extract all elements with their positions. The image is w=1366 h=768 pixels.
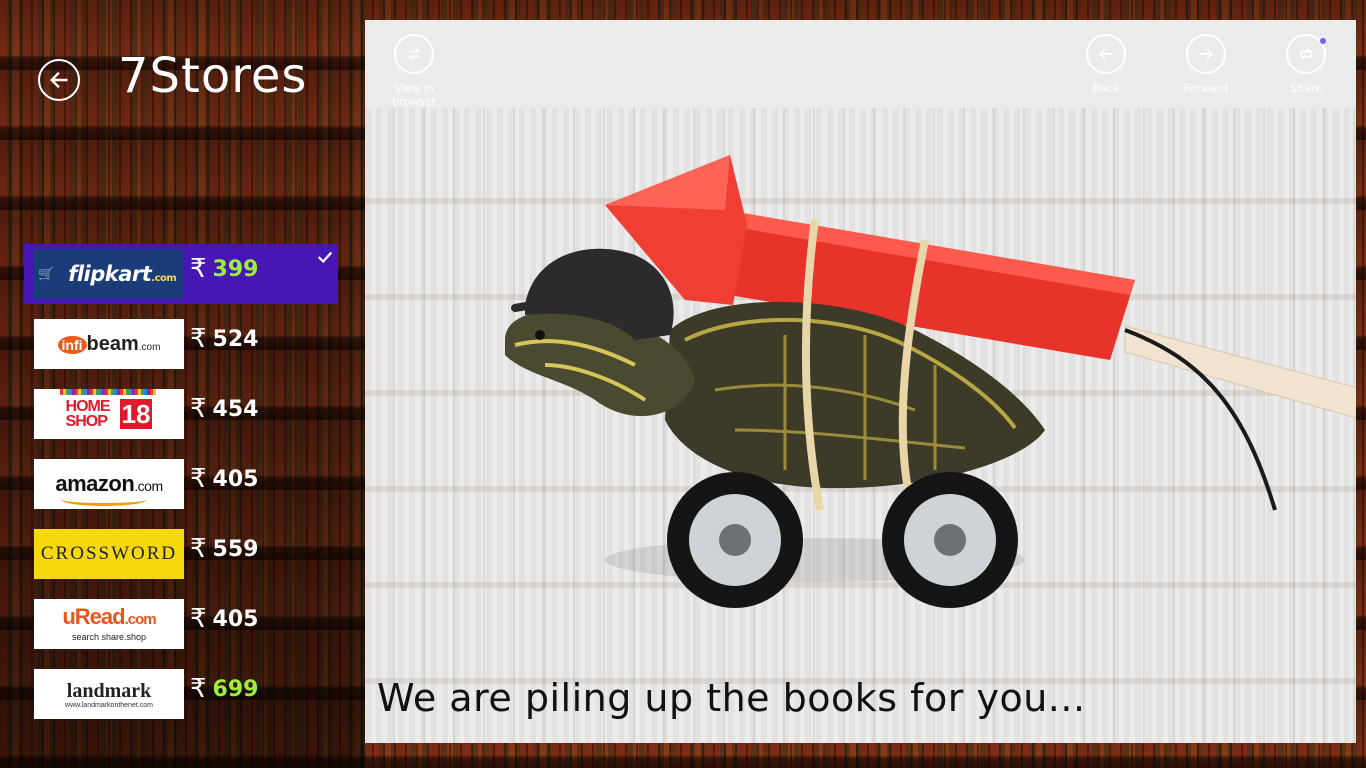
rupee-symbol: ₹: [190, 464, 207, 494]
rupee-symbol: ₹: [190, 254, 207, 284]
price: ₹ 405: [190, 464, 258, 494]
store-item-homeshop18[interactable]: HOME SHOP 18 ₹ 454: [24, 384, 338, 444]
store-item-landmark[interactable]: landmark www.landmarkonthenet.com ₹ 699: [24, 664, 338, 724]
store-item-uread[interactable]: uRead.com search share.shop ₹ 405: [24, 594, 338, 654]
price: ₹ 524: [190, 324, 258, 354]
rupee-symbol: ₹: [190, 324, 207, 354]
landmark-logo: landmark www.landmarkonthenet.com: [34, 669, 184, 719]
share-label: Share: [1290, 82, 1322, 95]
color-stripes: [60, 389, 156, 395]
price-amount: 699: [212, 676, 259, 702]
rupee-symbol: ₹: [190, 394, 207, 424]
store-list: 🛒 flipkart.com ₹ 399 infi beam.com ₹ 524 …: [24, 244, 338, 734]
store-item-crossword[interactable]: CROSSWORD ₹ 559: [24, 524, 338, 584]
left-arrow-icon: [1086, 34, 1126, 74]
left-arrow-icon: [49, 71, 68, 89]
price: ₹ 699: [190, 674, 258, 704]
store-item-amazon[interactable]: amazon.com ₹ 405: [24, 454, 338, 514]
infibeam-logo-text: beam: [86, 332, 139, 355]
rupee-symbol: ₹: [190, 604, 207, 634]
price-amount: 399: [212, 256, 259, 282]
homeshop18-logo: HOME SHOP 18: [34, 389, 184, 439]
web-view-pane[interactable]: View in browser Back Forward Share We ar…: [365, 20, 1356, 743]
notification-dot: [1320, 38, 1326, 44]
infibeam-logo-suffix: .com: [138, 341, 161, 353]
checkmark-icon: [317, 251, 333, 264]
uread-logo-suffix: .com: [124, 611, 157, 628]
amazon-logo: amazon.com: [34, 459, 184, 509]
forward-button[interactable]: Forward: [1166, 34, 1246, 95]
back-arrow-button[interactable]: [38, 59, 80, 101]
view-in-browser-button[interactable]: View in browser: [374, 34, 454, 108]
back-label: Back: [1092, 82, 1120, 95]
infibeam-logo-prefix: infi: [57, 335, 87, 354]
price: ₹ 399: [190, 254, 258, 284]
price-amount: 405: [212, 466, 259, 492]
right-arrow-icon: [1186, 34, 1226, 74]
amazon-logo-suffix: .com: [134, 478, 163, 494]
flipkart-logo-suffix: .com: [151, 273, 177, 284]
uread-logo: uRead.com search share.shop: [34, 599, 184, 649]
infibeam-logo: infi beam.com: [34, 319, 184, 369]
price: ₹ 454: [190, 394, 258, 424]
rupee-symbol: ₹: [190, 674, 207, 704]
store-item-flipkart[interactable]: 🛒 flipkart.com ₹ 399: [24, 244, 338, 304]
crossword-logo: CROSSWORD: [34, 529, 184, 579]
price: ₹ 559: [190, 534, 258, 564]
crossword-logo-text: CROSSWORD: [40, 543, 178, 564]
amazon-smile-icon: [61, 493, 148, 506]
landmark-logo-url: www.landmarkonthenet.com: [65, 701, 153, 709]
price-amount: 405: [212, 606, 259, 632]
cart-icon: 🛒: [38, 266, 55, 282]
landmark-logo-text: landmark: [66, 679, 152, 702]
price-amount: 524: [212, 326, 259, 352]
view-in-browser-label: View in browser: [391, 82, 436, 108]
app-title: 7Stores: [118, 48, 308, 104]
price-amount: 559: [212, 536, 259, 562]
homeshop18-logo-text: HOME SHOP: [65, 398, 111, 430]
loading-message: We are piling up the books for you...: [377, 676, 1086, 720]
forward-label: Forward: [1183, 82, 1229, 95]
swap-arrows-icon: [394, 34, 434, 74]
store-item-infibeam[interactable]: infi beam.com ₹ 524: [24, 314, 338, 374]
price: ₹ 405: [190, 604, 258, 634]
uread-logo-text: uRead: [62, 604, 125, 629]
flipkart-logo: 🛒 flipkart.com: [34, 249, 184, 299]
back-button[interactable]: Back: [1066, 34, 1146, 95]
wheel: [667, 472, 803, 608]
share-button[interactable]: Share: [1266, 34, 1346, 95]
rupee-symbol: ₹: [190, 534, 207, 564]
turtle-rocket-illustration: [505, 155, 1356, 608]
uread-tagline: search share.shop: [71, 632, 147, 642]
flipkart-logo-text: flipkart: [68, 262, 152, 286]
homeshop18-logo-number: 18: [119, 399, 153, 429]
price-amount: 454: [212, 396, 259, 422]
